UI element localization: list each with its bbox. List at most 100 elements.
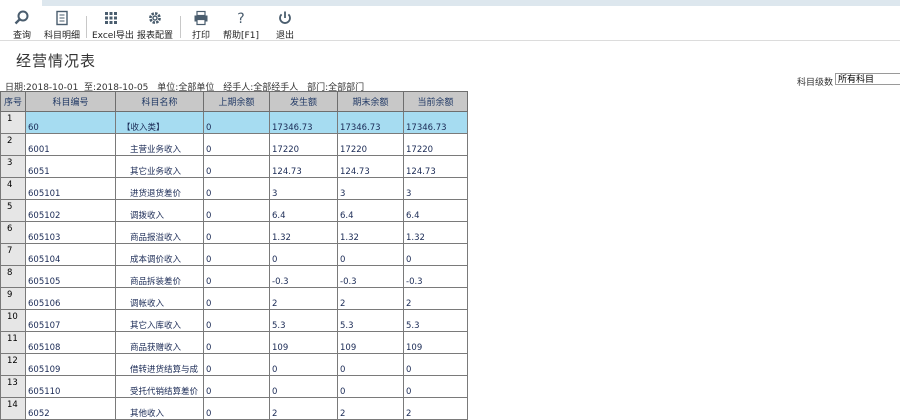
cell-current-balance[interactable]: 3 xyxy=(403,177,468,200)
table-row[interactable]: 4 605101 进货退货差价 0 3 3 3 xyxy=(0,177,468,200)
cell-name[interactable]: 其它入库收入 xyxy=(115,309,204,332)
help-button[interactable]: ? 帮助[F1] xyxy=(222,8,260,41)
account-detail-button[interactable]: 科目明细 xyxy=(42,8,82,41)
cell-seq[interactable]: 13 xyxy=(0,375,26,398)
cell-end-balance[interactable]: 0 xyxy=(337,243,404,266)
cell-current-balance[interactable]: 6.4 xyxy=(403,199,468,222)
cell-name[interactable]: 调拨收入 xyxy=(115,199,204,222)
cell-seq[interactable]: 2 xyxy=(0,133,26,156)
cell-prev-balance[interactable]: 0 xyxy=(203,375,270,398)
cell-code[interactable]: 605108 xyxy=(25,331,116,354)
cell-name[interactable]: 其它业务收入 xyxy=(115,155,204,178)
cell-amount[interactable]: 2 xyxy=(269,287,338,310)
cell-amount[interactable]: 0 xyxy=(269,243,338,266)
cell-amount[interactable]: 17346.73 xyxy=(269,111,338,134)
table-row[interactable]: 6 605103 商品报溢收入 0 1.32 1.32 1.32 xyxy=(0,221,468,244)
cell-current-balance[interactable]: 109 xyxy=(403,331,468,354)
cell-end-balance[interactable]: 5.3 xyxy=(337,309,404,332)
cell-current-balance[interactable]: 1.32 xyxy=(403,221,468,244)
cell-seq[interactable]: 5 xyxy=(0,199,26,222)
cell-seq[interactable]: 6 xyxy=(0,221,26,244)
excel-export-button[interactable]: Excel导出 xyxy=(92,8,134,41)
table-row[interactable]: 8 605105 商品拆装差价 0 -0.3 -0.3 -0.3 xyxy=(0,265,468,288)
cell-code[interactable]: 605104 xyxy=(25,243,116,266)
col-header-name[interactable]: 科目名称 xyxy=(115,91,204,112)
cell-end-balance[interactable]: 2 xyxy=(337,287,404,310)
cell-amount[interactable]: 0 xyxy=(269,375,338,398)
cell-amount[interactable]: 109 xyxy=(269,331,338,354)
cell-end-balance[interactable]: 6.4 xyxy=(337,199,404,222)
cell-prev-balance[interactable]: 0 xyxy=(203,111,270,134)
table-row[interactable]: 7 605104 成本调价收入 0 0 0 0 xyxy=(0,243,468,266)
table-row[interactable]: 12 605109 借转进货结算与成 0 0 0 0 xyxy=(0,353,468,376)
cell-prev-balance[interactable]: 0 xyxy=(203,331,270,354)
cell-end-balance[interactable]: 0 xyxy=(337,375,404,398)
cell-prev-balance[interactable]: 0 xyxy=(203,133,270,156)
cell-amount[interactable]: 5.3 xyxy=(269,309,338,332)
cell-name[interactable]: 商品拆装差价 xyxy=(115,265,204,288)
cell-end-balance[interactable]: 124.73 xyxy=(337,155,404,178)
cell-code[interactable]: 605102 xyxy=(25,199,116,222)
cell-seq[interactable]: 3 xyxy=(0,155,26,178)
cell-code[interactable]: 605106 xyxy=(25,287,116,310)
cell-name[interactable]: 【收入类】 xyxy=(115,111,204,134)
table-row[interactable]: 2 6001 主营业务收入 0 17220 17220 17220 xyxy=(0,133,468,156)
table-row[interactable]: 13 605110 受托代销结算差价 0 0 0 0 xyxy=(0,375,468,398)
cell-seq[interactable]: 1 xyxy=(0,111,26,134)
col-header-seq[interactable]: 序号 xyxy=(0,91,26,112)
cell-prev-balance[interactable]: 0 xyxy=(203,243,270,266)
cell-prev-balance[interactable]: 0 xyxy=(203,265,270,288)
table-row[interactable]: 3 6051 其它业务收入 0 124.73 124.73 124.73 xyxy=(0,155,468,178)
cell-prev-balance[interactable]: 0 xyxy=(203,221,270,244)
cell-seq[interactable]: 11 xyxy=(0,331,26,354)
table-row[interactable]: 9 605106 调帐收入 0 2 2 2 xyxy=(0,287,468,310)
report-config-button[interactable]: 报表配置 xyxy=(136,8,174,41)
cell-end-balance[interactable]: -0.3 xyxy=(337,265,404,288)
cell-amount[interactable]: 3 xyxy=(269,177,338,200)
cell-name[interactable]: 商品报溢收入 xyxy=(115,221,204,244)
cell-name[interactable]: 成本调价收入 xyxy=(115,243,204,266)
cell-amount[interactable]: 124.73 xyxy=(269,155,338,178)
cell-seq[interactable]: 10 xyxy=(0,309,26,332)
cell-prev-balance[interactable]: 0 xyxy=(203,177,270,200)
print-button[interactable]: 打印 xyxy=(188,8,214,41)
cell-end-balance[interactable]: 109 xyxy=(337,331,404,354)
cell-current-balance[interactable]: -0.3 xyxy=(403,265,468,288)
cell-seq[interactable]: 7 xyxy=(0,243,26,266)
cell-name[interactable]: 主营业务收入 xyxy=(115,133,204,156)
cell-end-balance[interactable]: 3 xyxy=(337,177,404,200)
table-row[interactable]: 10 605107 其它入库收入 0 5.3 5.3 5.3 xyxy=(0,309,468,332)
cell-end-balance[interactable]: 1.32 xyxy=(337,221,404,244)
cell-current-balance[interactable]: 0 xyxy=(403,375,468,398)
cell-prev-balance[interactable]: 0 xyxy=(203,155,270,178)
col-header-current-balance[interactable]: 当前余额 xyxy=(403,91,468,112)
cell-current-balance[interactable]: 0 xyxy=(403,243,468,266)
cell-code[interactable]: 6051 xyxy=(25,155,116,178)
cell-prev-balance[interactable]: 0 xyxy=(203,309,270,332)
cell-code[interactable]: 605109 xyxy=(25,353,116,376)
table-row[interactable]: 11 605108 商品获赠收入 0 109 109 109 xyxy=(0,331,468,354)
cell-current-balance[interactable]: 5.3 xyxy=(403,309,468,332)
cell-name[interactable]: 借转进货结算与成 xyxy=(115,353,204,376)
cell-seq[interactable]: 8 xyxy=(0,265,26,288)
cell-amount[interactable]: 1.32 xyxy=(269,221,338,244)
cell-code[interactable]: 60 xyxy=(25,111,116,134)
cell-prev-balance[interactable]: 0 xyxy=(203,199,270,222)
cell-prev-balance[interactable]: 0 xyxy=(203,287,270,310)
cell-seq[interactable]: 4 xyxy=(0,177,26,200)
cell-name[interactable]: 受托代销结算差价 xyxy=(115,375,204,398)
col-header-end-balance[interactable]: 期末余额 xyxy=(337,91,404,112)
table-row[interactable]: 5 605102 调拨收入 0 6.4 6.4 6.4 xyxy=(0,199,468,222)
cell-current-balance[interactable]: 0 xyxy=(403,353,468,376)
cell-seq[interactable]: 12 xyxy=(0,353,26,376)
cell-amount[interactable]: -0.3 xyxy=(269,265,338,288)
cell-name[interactable]: 商品获赠收入 xyxy=(115,331,204,354)
cell-code[interactable]: 605101 xyxy=(25,177,116,200)
cell-code[interactable]: 605105 xyxy=(25,265,116,288)
cell-current-balance[interactable]: 17220 xyxy=(403,133,468,156)
cell-code[interactable]: 605110 xyxy=(25,375,116,398)
cell-current-balance[interactable]: 17346.73 xyxy=(403,111,468,134)
col-header-code[interactable]: 科目编号 xyxy=(25,91,116,112)
cell-end-balance[interactable]: 17346.73 xyxy=(337,111,404,134)
cell-code[interactable]: 605103 xyxy=(25,221,116,244)
